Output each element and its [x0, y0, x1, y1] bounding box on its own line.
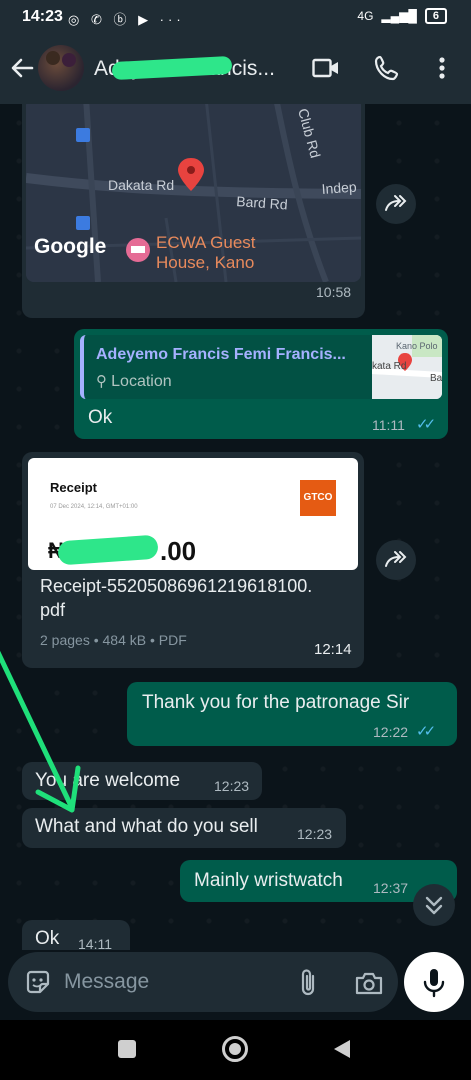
network-label: 4G	[357, 9, 374, 23]
message-input[interactable]: Message	[8, 952, 398, 1012]
video-call-icon[interactable]	[312, 56, 340, 80]
location-pin-icon: ⚲	[96, 373, 112, 390]
notification-icons: ◎ ✆ ⓑ ▶ ···	[68, 12, 185, 27]
message-text: Ok	[88, 407, 113, 428]
incoming-message[interactable]: What and what do you sell 12:23	[22, 808, 346, 848]
more-options-icon[interactable]	[432, 54, 452, 82]
microphone-icon	[423, 969, 445, 998]
status-bar: 14:23 ◎ ✆ ⓑ ▶ ··· 4G ▂▄▆█ 6	[0, 0, 471, 34]
location-reply-message[interactable]: Adeyemo Francis Femi Francis... ⚲ Locati…	[74, 329, 448, 439]
message-composer: Message	[0, 950, 471, 1020]
chat-area[interactable]: Dakata Rd Bard Rd Indep Club Rd Google E…	[0, 104, 471, 950]
map-poi-line2: House, Kano	[156, 253, 254, 272]
incoming-message[interactable]: You are welcome 12:23	[22, 762, 262, 800]
map-label-indep: Indep	[321, 179, 357, 197]
forward-icon[interactable]	[376, 540, 416, 580]
message-time: 12:23	[297, 826, 333, 842]
pdf-document-message[interactable]: Receipt 07 Dec 2024, 12:14, GMT+01:00 GT…	[22, 452, 364, 668]
message-placeholder[interactable]: Message	[64, 970, 149, 994]
voice-call-icon[interactable]	[374, 54, 400, 82]
contact-avatar[interactable]	[38, 45, 84, 91]
message-time: 12:22	[373, 724, 409, 740]
message-time: 11:11	[372, 417, 405, 433]
recents-icon[interactable]	[118, 1040, 136, 1058]
quoted-sender: Adeyemo Francis Femi Francis...	[96, 346, 346, 363]
double-chevron-down-icon	[425, 896, 443, 915]
message-time: 12:37	[373, 880, 409, 896]
message-time: 14:11	[78, 936, 112, 950]
sticker-icon[interactable]	[24, 968, 52, 996]
battery-icon: 6	[424, 8, 447, 24]
file-meta: 2 pages • 484 kB • PDF	[40, 632, 187, 648]
receipt-amount-tail: .00	[160, 536, 197, 566]
read-receipt-icon: ✓✓	[416, 416, 436, 433]
message-text: Thank you for the patronage Sir	[142, 692, 410, 713]
file-name-line1: Receipt-55205086961219618100.	[40, 576, 313, 596]
map-preview[interactable]: Dakata Rd Bard Rd Indep Club Rd Google E…	[26, 104, 361, 282]
outgoing-message[interactable]: Thank you for the patronage Sir 12:22 ✓✓	[127, 682, 457, 746]
message-time: 12:14	[314, 641, 352, 658]
message-text: Mainly wristwatch	[194, 870, 343, 891]
system-icons: 4G ▂▄▆█ 6	[357, 8, 447, 24]
voice-message-button[interactable]	[404, 952, 464, 1012]
chat-header: Adeyemo Francis...	[0, 34, 471, 104]
message-text: Ok	[35, 928, 60, 949]
message-text: You are welcome	[35, 770, 181, 791]
pdf-preview[interactable]: Receipt 07 Dec 2024, 12:14, GMT+01:00 GT…	[28, 458, 358, 570]
status-time: 14:23	[22, 8, 63, 25]
back-nav-icon[interactable]	[332, 1038, 352, 1065]
gtco-logo: GTCO	[300, 480, 336, 516]
receipt-title: Receipt	[50, 480, 97, 495]
forward-icon[interactable]	[376, 184, 416, 224]
file-name-line2: pdf	[40, 600, 66, 620]
read-receipt-icon: ✓✓	[416, 723, 436, 740]
attachment-icon[interactable]	[296, 968, 322, 998]
receipt-date: 07 Dec 2024, 12:14, GMT+01:00	[50, 504, 138, 510]
google-logo: Google	[34, 235, 106, 258]
map-label-dakata: Dakata Rd	[108, 177, 174, 193]
thumb-label-c: Ba	[430, 373, 442, 384]
map-poi-line1: ECWA Guest	[156, 233, 256, 252]
thumb-label-b: kata Rd	[372, 361, 406, 372]
system-navigation-bar	[0, 1020, 471, 1080]
quoted-location-label: Location	[111, 373, 172, 390]
gtco-logo-text: GTCO	[303, 492, 333, 503]
message-time: 12:23	[214, 778, 250, 794]
incoming-message[interactable]: Ok 14:11	[22, 920, 130, 950]
camera-icon[interactable]	[354, 969, 384, 997]
message-time: 10:58	[316, 284, 352, 300]
quoted-map-thumbnail: Kano Polo kata Rd Ba	[371, 335, 442, 399]
signal-icon: ▂▄▆█	[381, 9, 417, 23]
thumb-label-a: Kano Polo	[396, 341, 438, 351]
home-icon[interactable]	[222, 1036, 248, 1062]
back-arrow-icon[interactable]	[8, 54, 36, 82]
location-map-message[interactable]: Dakata Rd Bard Rd Indep Club Rd Google E…	[22, 104, 365, 318]
quoted-message[interactable]: Adeyemo Francis Femi Francis... ⚲ Locati…	[80, 335, 442, 399]
quoted-location: ⚲ Location	[96, 372, 172, 391]
amount-redaction-mark	[57, 534, 159, 566]
message-text: What and what do you sell	[35, 816, 258, 837]
scroll-to-bottom-button[interactable]	[413, 884, 455, 926]
